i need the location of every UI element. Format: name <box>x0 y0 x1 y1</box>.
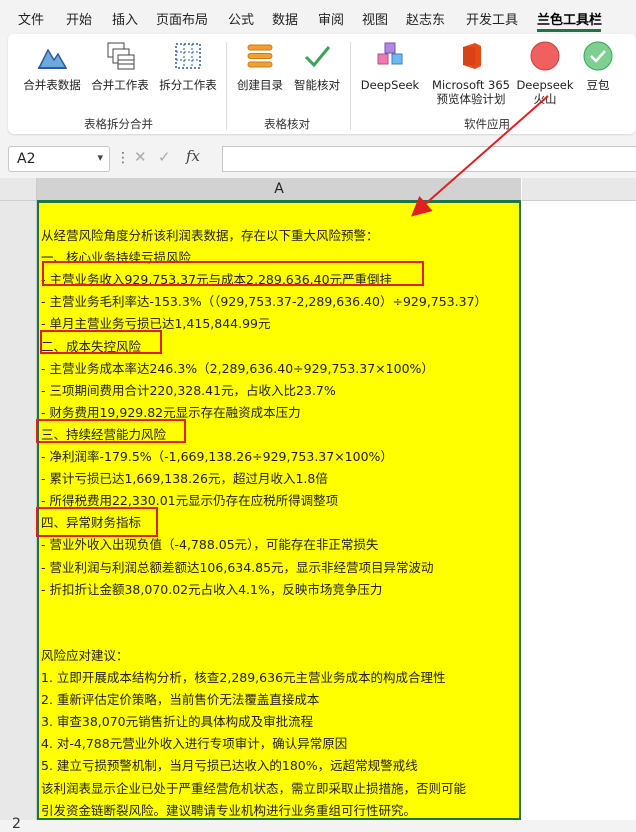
annotation-arrow <box>410 95 549 217</box>
